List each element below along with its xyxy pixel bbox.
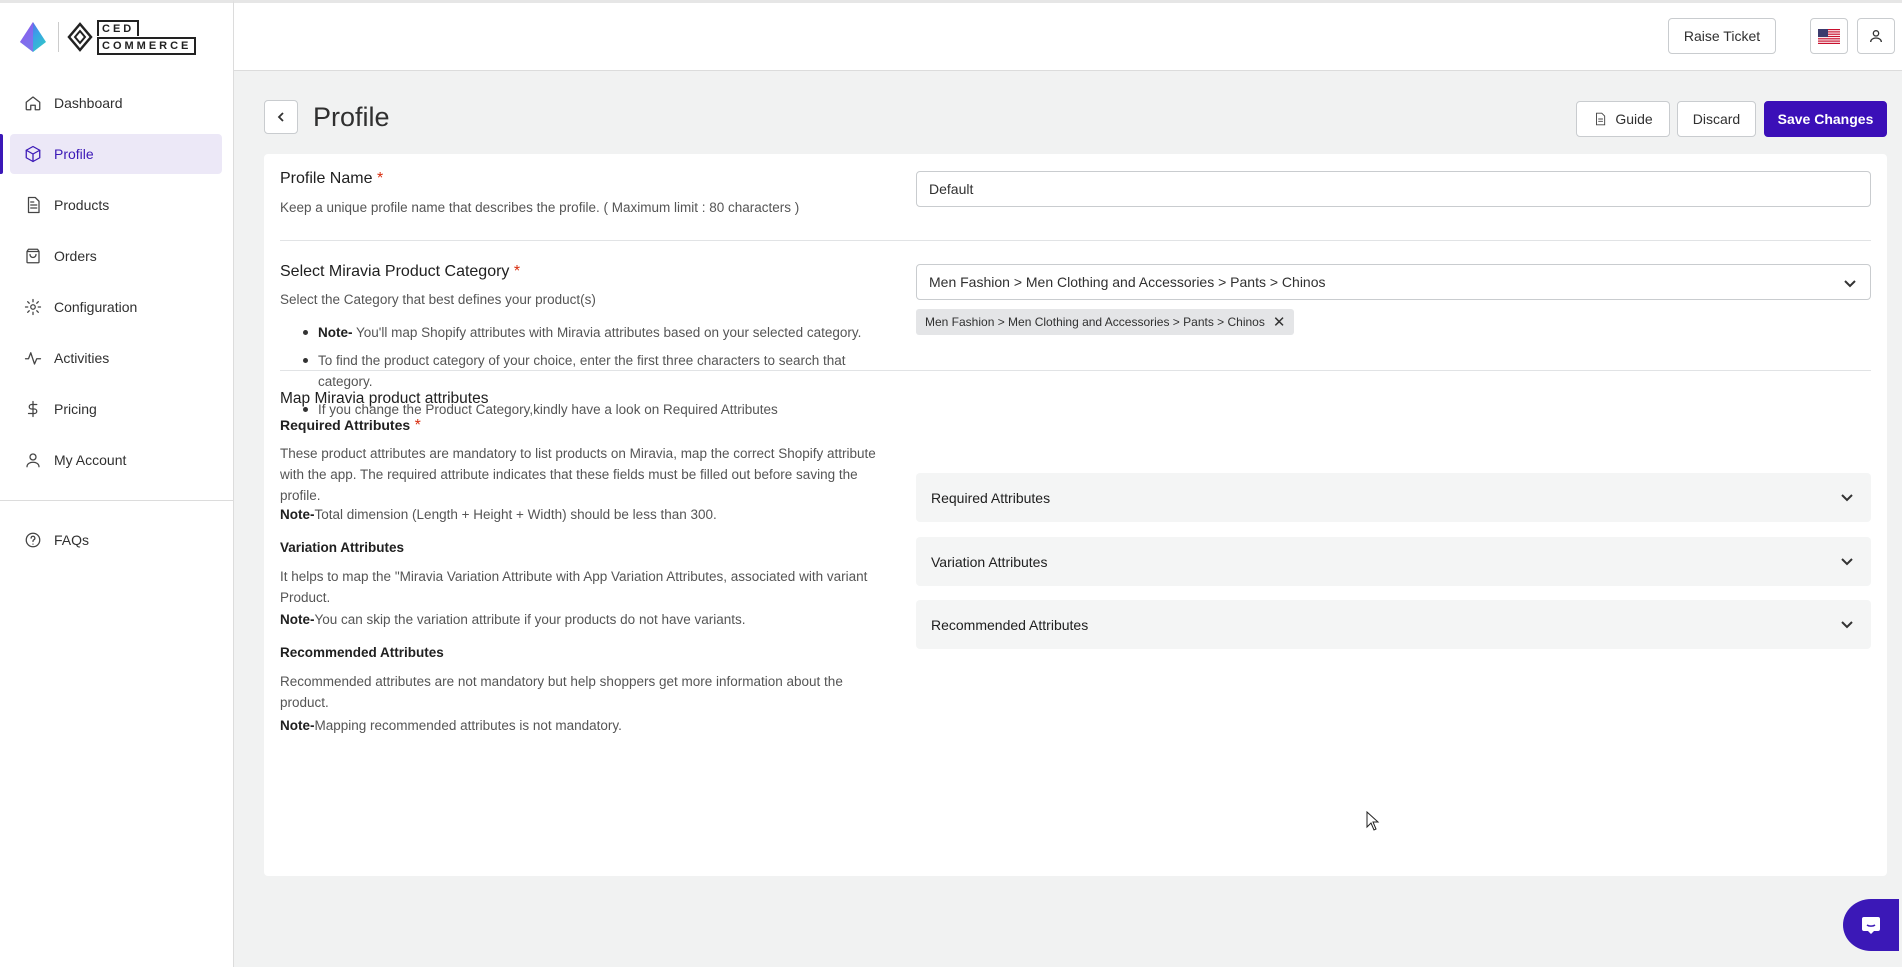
profile-form-card: Profile Name * Keep a unique profile nam… bbox=[264, 154, 1887, 876]
chevron-down-icon bbox=[1844, 280, 1856, 288]
recommended-attributes-accordion[interactable]: Recommended Attributes bbox=[916, 600, 1871, 649]
remove-tag-icon[interactable]: ✕ bbox=[1273, 313, 1286, 331]
list-item: To find the product category of your cho… bbox=[280, 350, 900, 392]
chevron-down-icon bbox=[1841, 558, 1853, 566]
note-text: Total dimension (Length + Height + Width… bbox=[314, 507, 717, 522]
category-tag: Men Fashion > Men Clothing and Accessori… bbox=[916, 309, 1295, 335]
topbar: Raise Ticket bbox=[234, 0, 1902, 71]
cedcommerce-mark-icon bbox=[67, 22, 93, 52]
save-changes-button[interactable]: Save Changes bbox=[1764, 101, 1887, 137]
variation-attributes-description: It helps to map the "Miravia Variation A… bbox=[280, 569, 868, 605]
sidebar-item-label: Pricing bbox=[54, 401, 97, 417]
accordion-label: Variation Attributes bbox=[931, 553, 1048, 570]
sidebar-item-label: Profile bbox=[54, 146, 94, 162]
required-marker: * bbox=[376, 170, 384, 187]
sidebar-divider bbox=[0, 500, 233, 501]
user-icon bbox=[1870, 30, 1882, 43]
note-label: Note- bbox=[280, 612, 315, 627]
sidebar-item-label: Configuration bbox=[54, 299, 138, 315]
sidebar-item-activities[interactable]: Activities bbox=[10, 338, 222, 378]
category-tag-label: Men Fashion > Men Clothing and Accessori… bbox=[925, 315, 1265, 329]
required-marker: * bbox=[513, 263, 521, 280]
required-attributes-accordion[interactable]: Required Attributes bbox=[916, 473, 1871, 522]
profile-name-description: Keep a unique profile name that describe… bbox=[280, 200, 800, 215]
logo-text-top: CED bbox=[97, 20, 140, 36]
chevron-down-icon bbox=[1841, 494, 1853, 502]
chevron-down-icon bbox=[1841, 621, 1853, 629]
category-select[interactable]: Men Fashion > Men Clothing and Accessori… bbox=[916, 264, 1871, 300]
category-description: Select the Category that best defines yo… bbox=[280, 292, 596, 307]
sidebar-item-label: Products bbox=[54, 197, 110, 213]
sidebar-item-profile[interactable]: Profile bbox=[0, 134, 222, 174]
gem-logo-icon bbox=[20, 22, 46, 52]
us-flag-icon bbox=[1818, 28, 1840, 44]
sidebar-item-label: Activities bbox=[54, 350, 110, 366]
chat-widget-button[interactable] bbox=[1843, 899, 1899, 951]
question-circle-icon bbox=[25, 532, 41, 548]
list-item: Note- You'll map Shopify attributes with… bbox=[280, 322, 900, 343]
accordion-label: Required Attributes bbox=[931, 489, 1051, 506]
page-title: Profile bbox=[313, 102, 390, 132]
user-icon bbox=[26, 453, 40, 468]
sidebar-item-pricing[interactable]: Pricing bbox=[10, 389, 222, 429]
note-label: Note- bbox=[280, 718, 315, 733]
note-label: Note- bbox=[318, 325, 353, 340]
bag-icon bbox=[26, 248, 40, 264]
sidebar-item-label: My Account bbox=[54, 452, 127, 468]
recommended-attributes-title: Recommended Attributes bbox=[280, 645, 444, 660]
chat-bubble-icon bbox=[1862, 917, 1880, 934]
note-text: Mapping recommended attributes is not ma… bbox=[314, 718, 622, 733]
note-text: To find the product category of your cho… bbox=[318, 353, 846, 389]
note-text: You can skip the variation attribute if … bbox=[314, 612, 746, 627]
guide-label: Guide bbox=[1615, 111, 1653, 127]
raise-ticket-button[interactable]: Raise Ticket bbox=[1668, 18, 1776, 54]
accordion-label: Recommended Attributes bbox=[931, 616, 1089, 633]
note-text: You'll map Shopify attributes with Mirav… bbox=[352, 325, 862, 340]
category-notes: Note- You'll map Shopify attributes with… bbox=[280, 322, 900, 427]
sidebar-nav: Dashboard Profile Products Orders Config… bbox=[0, 83, 222, 491]
variation-attributes-accordion[interactable]: Variation Attributes bbox=[916, 537, 1871, 586]
note-label: Note- bbox=[280, 507, 315, 522]
section-divider bbox=[280, 240, 1871, 241]
sidebar-item-my-account[interactable]: My Account bbox=[10, 440, 222, 480]
dollar-icon bbox=[27, 400, 38, 418]
activity-icon bbox=[24, 352, 42, 365]
section-divider bbox=[280, 370, 1871, 371]
sidebar-item-configuration[interactable]: Configuration bbox=[10, 287, 222, 327]
attributes-title: Map Miravia product attributes bbox=[280, 390, 489, 407]
logo-divider bbox=[58, 22, 59, 52]
category-select-value: Men Fashion > Men Clothing and Accessori… bbox=[929, 274, 1326, 290]
account-menu-button[interactable] bbox=[1857, 18, 1895, 54]
language-flag-button[interactable] bbox=[1810, 18, 1848, 54]
sidebar: CED COMMERCE Dashboard Profile Products … bbox=[0, 0, 234, 967]
recommended-attributes-description: Recommended attributes are not mandatory… bbox=[280, 674, 843, 710]
sidebar-item-products[interactable]: Products bbox=[10, 185, 222, 225]
profile-name-input[interactable]: Default bbox=[916, 171, 1871, 207]
sidebar-item-label: Dashboard bbox=[54, 95, 123, 111]
sidebar-item-dashboard[interactable]: Dashboard bbox=[10, 83, 222, 123]
home-icon bbox=[25, 96, 41, 111]
logo-text-bottom: COMMERCE bbox=[97, 37, 197, 55]
gear-icon bbox=[24, 298, 42, 316]
required-marker: * bbox=[414, 417, 421, 434]
document-icon bbox=[1596, 112, 1606, 126]
brand-logo[interactable]: CED COMMERCE bbox=[18, 19, 197, 55]
chevron-left-icon bbox=[277, 112, 284, 122]
cube-icon bbox=[25, 145, 41, 163]
profile-name-title: Profile Name bbox=[280, 170, 373, 187]
required-attributes-description: These product attributes are mandatory t… bbox=[280, 446, 876, 503]
variation-attributes-title: Variation Attributes bbox=[280, 540, 405, 555]
sidebar-item-label: Orders bbox=[54, 248, 97, 264]
document-icon bbox=[27, 196, 40, 214]
sidebar-item-faqs[interactable]: FAQs bbox=[10, 520, 222, 560]
sidebar-item-label: FAQs bbox=[54, 532, 90, 548]
required-attributes-title: Required Attributes bbox=[280, 417, 411, 433]
guide-button[interactable]: Guide bbox=[1576, 101, 1670, 137]
back-button[interactable] bbox=[264, 100, 298, 134]
discard-button[interactable]: Discard bbox=[1677, 101, 1756, 137]
sidebar-item-orders[interactable]: Orders bbox=[10, 236, 222, 276]
mouse-cursor-icon bbox=[1366, 811, 1380, 831]
category-title: Select Miravia Product Category bbox=[280, 263, 510, 280]
